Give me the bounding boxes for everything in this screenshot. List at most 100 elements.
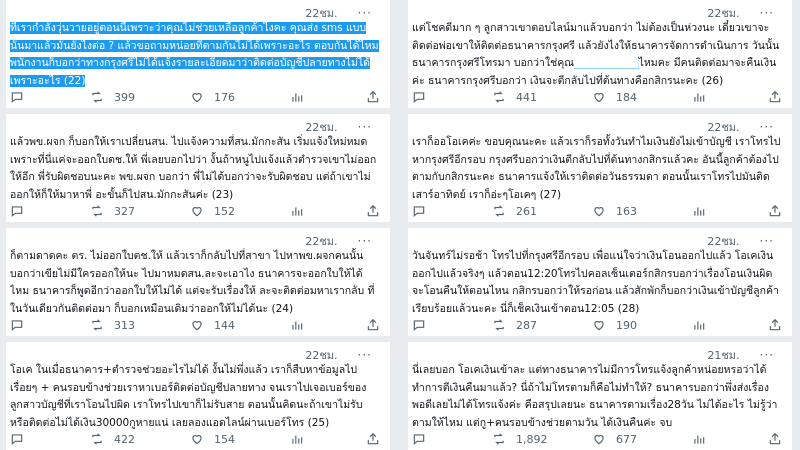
share-button[interactable] — [768, 318, 782, 332]
more-icon[interactable]: ··· — [760, 348, 774, 362]
tweet-card[interactable]: 22ชม. ··· โอเค ในเมื่อธนาคาร+ตำรวจช่วยอะ… — [6, 342, 390, 450]
tweet-actions: 422 154 — [10, 430, 380, 448]
views-button[interactable] — [290, 90, 364, 104]
like-icon — [190, 318, 204, 332]
retweet-icon — [90, 204, 104, 218]
like-button[interactable]: 190 — [592, 318, 692, 332]
tweet-meta: 22ชม. ··· — [707, 6, 774, 20]
views-icon — [290, 204, 304, 218]
tweet-card[interactable]: 22ชม. ··· เราก็ออโอเคค่ะ ขอบคุณนะคะ แล้ว… — [408, 114, 792, 222]
like-button[interactable]: 677 — [592, 432, 692, 446]
retweet-icon — [492, 90, 506, 104]
tweet-text: ที่เรากำลังวุ่นวายอยู่ตอนนี้เพราะว่าคุณไ… — [10, 20, 380, 90]
retweet-button[interactable]: 261 — [492, 204, 592, 218]
tweet-meta: 22ชม. ··· — [305, 6, 372, 20]
retweet-count: 313 — [114, 318, 135, 332]
views-button[interactable] — [692, 204, 766, 218]
share-icon — [768, 204, 782, 218]
reply-icon — [10, 432, 24, 446]
retweet-icon — [90, 90, 104, 104]
like-count: 163 — [616, 204, 637, 218]
views-button[interactable] — [692, 432, 766, 446]
more-icon[interactable]: ··· — [760, 234, 774, 248]
retweet-button[interactable]: 327 — [90, 204, 190, 218]
share-icon — [366, 204, 380, 218]
tweet-card[interactable]: 22ชม. ··· วันจันทร์ไม่รอช้า โทรไปที่กรุง… — [408, 228, 792, 336]
like-icon — [592, 432, 606, 446]
share-button[interactable] — [768, 432, 782, 446]
retweet-icon — [492, 432, 506, 446]
views-button[interactable] — [290, 432, 364, 446]
tweet-card[interactable]: 22ชม. ··· ก็ตามดาดคะ ตร. ไม่ออกใบตช.ให้ … — [6, 228, 390, 336]
reply-button[interactable] — [10, 318, 90, 332]
like-button[interactable]: 144 — [190, 318, 290, 332]
reply-button[interactable] — [412, 432, 492, 446]
reply-icon — [10, 318, 24, 332]
views-icon — [290, 318, 304, 332]
share-icon — [768, 432, 782, 446]
tweet-meta: 22ชม. ··· — [305, 234, 372, 248]
retweet-button[interactable]: 441 — [492, 90, 592, 104]
share-button[interactable] — [768, 90, 782, 104]
more-icon[interactable]: ··· — [760, 120, 774, 134]
retweet-icon — [492, 204, 506, 218]
more-icon[interactable]: ··· — [358, 6, 372, 20]
retweet-button[interactable]: 422 — [90, 432, 190, 446]
like-button[interactable]: 163 — [592, 204, 692, 218]
share-button[interactable] — [768, 204, 782, 218]
tweet-card[interactable]: 22ชม. ··· ที่เรากำลังวุ่นวายอยู่ตอนนี้เพ… — [6, 0, 390, 108]
like-count: 176 — [214, 90, 235, 104]
share-icon — [768, 90, 782, 104]
reply-button[interactable] — [412, 90, 492, 104]
more-icon[interactable]: ··· — [358, 234, 372, 248]
reply-button[interactable] — [10, 90, 90, 104]
like-icon — [592, 318, 606, 332]
share-button[interactable] — [366, 204, 380, 218]
retweet-button[interactable]: 1,892 — [492, 432, 592, 446]
retweet-button[interactable]: 287 — [492, 318, 592, 332]
reply-button[interactable] — [412, 318, 492, 332]
tweet-meta: 22ชม. ··· — [305, 120, 372, 134]
share-button[interactable] — [366, 318, 380, 332]
views-icon — [290, 432, 304, 446]
tweet-card[interactable]: 22ชม. ··· แล้วพข.ผจก ก็บอกให้เราเปลี่ยนส… — [6, 114, 390, 222]
more-icon[interactable]: ··· — [358, 348, 372, 362]
tweet-meta: 22ชม. ··· — [707, 120, 774, 134]
views-button[interactable] — [692, 318, 766, 332]
tweet-actions: 313 144 — [10, 316, 380, 334]
like-button[interactable]: 176 — [190, 90, 290, 104]
share-icon — [768, 318, 782, 332]
retweet-button[interactable]: 313 — [90, 318, 190, 332]
tweet-text: ก็ตามดาดคะ ตร. ไม่ออกใบตช.ให้ แล้วเราก็ก… — [10, 250, 375, 315]
like-button[interactable]: 184 — [592, 90, 692, 104]
tweet-card[interactable]: 22ชม. ··· แต่โชคดีมาก ๆ ลูกสาวเขาตอบไลน์… — [408, 0, 792, 108]
tweet-text: โอเค ในเมื่อธนาคาร+ตำรวจช่วยอะไรไม่ได้ ง… — [10, 364, 367, 429]
tweet-meta: 22ชม. ··· — [305, 348, 372, 362]
tweet-actions: 399 176 — [10, 88, 380, 106]
like-button[interactable]: 152 — [190, 204, 290, 218]
like-button[interactable]: 154 — [190, 432, 290, 446]
reply-icon — [10, 90, 24, 104]
reply-button[interactable] — [10, 204, 90, 218]
tweet-meta: 21ชม. ··· — [707, 348, 774, 362]
tweet-meta: 22ชม. ··· — [707, 234, 774, 248]
share-button[interactable] — [366, 90, 380, 104]
reply-icon — [412, 90, 426, 104]
views-button[interactable] — [290, 204, 364, 218]
tweet-actions: 1,892 677 — [412, 430, 782, 448]
retweet-icon — [90, 432, 104, 446]
views-button[interactable] — [290, 318, 364, 332]
share-button[interactable] — [366, 432, 380, 446]
tweet-text: นี่เลยบอก โอเคเงินเข้าละ แต่ทางธนาคารไม่… — [412, 364, 778, 429]
reply-button[interactable] — [412, 204, 492, 218]
tweet-text: แล้วพข.ผจก ก็บอกให้เราเปลี่ยนสน. ไปแจ้งค… — [10, 136, 377, 201]
tweet-card[interactable]: 21ชม. ··· นี่เลยบอก โอเคเงินเข้าละ แต่ทา… — [408, 342, 792, 450]
reply-button[interactable] — [10, 432, 90, 446]
more-icon[interactable]: ··· — [760, 6, 774, 20]
more-icon[interactable]: ··· — [358, 120, 372, 134]
redacted-name: ████████ — [573, 57, 639, 69]
tweet-text: วันจันทร์ไม่รอช้า โทรไปที่กรุงศรีอีกรอบ … — [412, 250, 779, 315]
retweet-button[interactable]: 399 — [90, 90, 190, 104]
retweet-count: 399 — [114, 90, 135, 104]
views-button[interactable] — [692, 90, 766, 104]
